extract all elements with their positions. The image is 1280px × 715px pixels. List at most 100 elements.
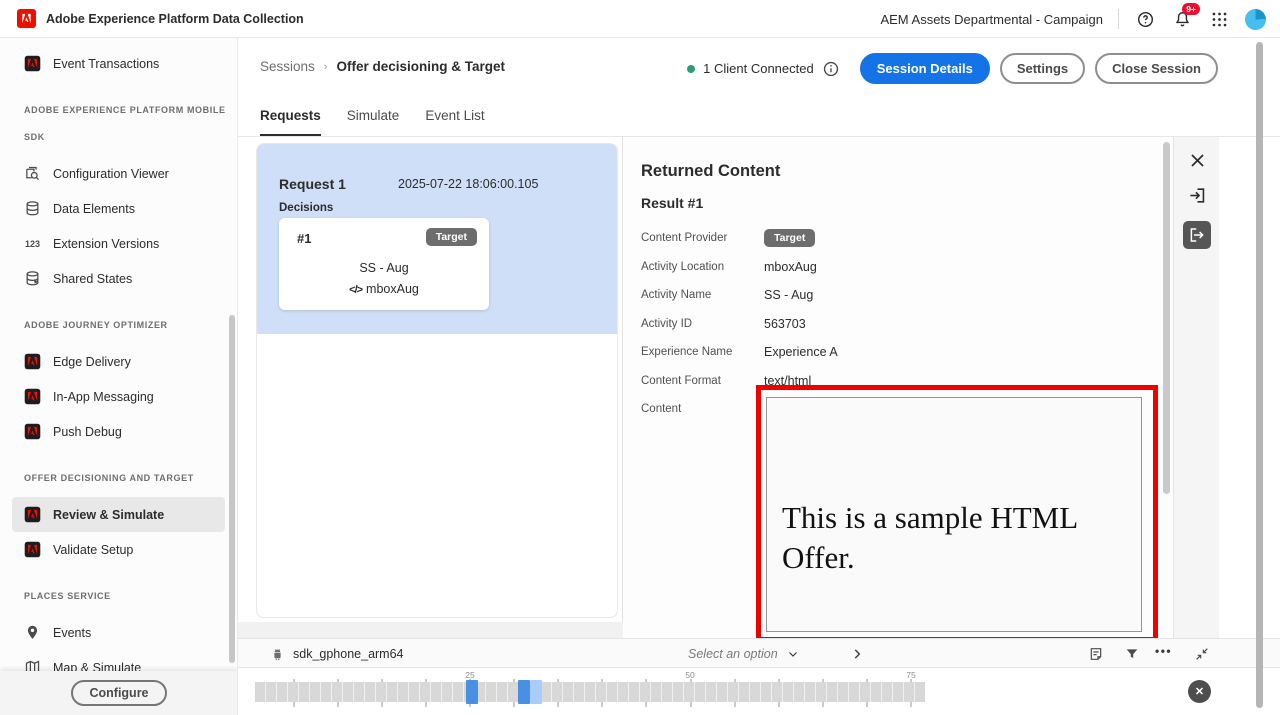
notifications-bell-icon[interactable]: 9+ (1171, 8, 1193, 30)
adobe-app-icon (24, 423, 41, 440)
timeline-event-marker[interactable] (518, 680, 530, 704)
sidebar-item-review-simulate[interactable]: Review & Simulate (12, 497, 225, 532)
breadcrumb-sessions[interactable]: Sessions (260, 59, 315, 74)
offer-text: This is a sample HTML Offer. (782, 498, 1132, 578)
sidebar-item-extension-versions[interactable]: 123Extension Versions (12, 226, 225, 261)
notes-icon[interactable] (1088, 646, 1105, 663)
provider-badge: Target (426, 228, 477, 246)
import-icon[interactable] (1187, 185, 1207, 205)
sidebar-item-events[interactable]: Events (12, 615, 225, 650)
field-value: Experience A (764, 345, 838, 359)
sidebar: Event Transactions ADOBE EXPERIENCE PLATF… (0, 38, 238, 715)
settings-button[interactable]: Settings (1000, 53, 1085, 84)
sidebar-section-header: ADOBE JOURNEY OPTIMIZER (0, 312, 237, 339)
sidebar-item-event-transactions[interactable]: Event Transactions (12, 46, 225, 81)
chevron-down-icon (787, 648, 799, 660)
sidebar-item-label: Event Transactions (53, 57, 159, 71)
sidebar-item-label: Push Debug (53, 425, 122, 439)
notification-count-badge: 9+ (1182, 3, 1200, 15)
sidebar-item-label: Configuration Viewer (53, 167, 169, 181)
map-pin-icon (24, 624, 41, 641)
field-row-activity-name: Activity NameSS - Aug (641, 281, 1173, 310)
help-icon[interactable] (1134, 8, 1156, 30)
tab-requests[interactable]: Requests (260, 108, 321, 136)
sidebar-scrollbar[interactable] (229, 315, 235, 663)
panel-scrollbar[interactable] (1163, 142, 1170, 494)
adobe-app-icon (24, 506, 41, 523)
dismiss-overlay-button[interactable]: ✕ (1188, 680, 1211, 703)
timeline-tick-label: 50 (685, 670, 694, 680)
android-device-icon (270, 647, 285, 662)
sidebar-item-configuration-viewer[interactable]: Configuration Viewer (12, 156, 225, 191)
request-title: Request 1 (279, 176, 346, 192)
connected-status-dot (687, 65, 695, 73)
sidebar-section-header: OFFER DECISIONING AND TARGET (0, 465, 237, 492)
tab-event-list[interactable]: Event List (425, 108, 484, 136)
side-icon-rail (1173, 137, 1219, 638)
more-options-icon[interactable]: ••• (1155, 644, 1181, 661)
close-session-button[interactable]: Close Session (1095, 53, 1218, 84)
app-window: Adobe Experience Platform Data Collectio… (0, 0, 1280, 715)
code-icon: </> (349, 284, 362, 296)
content-area: Request 1 2025-07-22 18:06:00.105 Decisi… (238, 137, 1280, 638)
sidebar-item-in-app-messaging[interactable]: In-App Messaging (12, 379, 225, 414)
filter-icon[interactable] (1124, 646, 1141, 663)
page-scrollbar[interactable] (1256, 42, 1263, 708)
session-details-button[interactable]: Session Details (860, 53, 990, 84)
timeline[interactable]: 25 50 75 (238, 668, 1280, 715)
sidebar-footer: Configure (0, 671, 238, 715)
field-row-activity-location: Activity LocationmboxAug (641, 253, 1173, 282)
export-icon[interactable] (1183, 221, 1211, 249)
sidebar-item-label: Shared States (53, 272, 132, 286)
requests-panel: Request 1 2025-07-22 18:06:00.105 Decisi… (238, 137, 623, 638)
sidebar-item-push-debug[interactable]: Push Debug (12, 414, 225, 449)
decisions-label: Decisions (279, 202, 333, 214)
returned-content-title: Returned Content (641, 162, 1173, 181)
field-label: Content (641, 395, 764, 415)
timeline-bar[interactable] (255, 682, 925, 702)
sidebar-item-label: Edge Delivery (53, 355, 131, 369)
sidebar-item-label: Extension Versions (53, 237, 159, 251)
main-area: Sessions › Offer decisioning & Target 1 … (238, 38, 1280, 715)
close-panel-icon[interactable] (1187, 150, 1207, 170)
app-title: Adobe Experience Platform Data Collectio… (46, 12, 304, 26)
timeline-tick-label: 25 (465, 670, 474, 680)
sidebar-item-label: Validate Setup (53, 543, 133, 557)
request-item[interactable]: Request 1 2025-07-22 18:06:00.105 Decisi… (257, 144, 617, 334)
breadcrumb-separator: › (324, 61, 328, 73)
adobe-app-icon (24, 541, 41, 558)
user-avatar[interactable] (1245, 9, 1266, 30)
app-switcher-grid-icon[interactable] (1208, 8, 1230, 30)
sidebar-section-header: ADOBE EXPERIENCE PLATFORM MOBILESDK (0, 97, 237, 151)
option-dropdown[interactable]: Select an option (688, 639, 799, 669)
timeline-event-marker[interactable] (466, 680, 478, 704)
page-header: Sessions › Offer decisioning & Target 1 … (238, 38, 1280, 96)
field-row-experience-name: Experience NameExperience A (641, 338, 1173, 367)
breadcrumb: Sessions › Offer decisioning & Target (260, 59, 505, 74)
tab-simulate[interactable]: Simulate (347, 108, 400, 136)
content-preview-highlight[interactable]: This is a sample HTML Offer. (756, 385, 1158, 638)
field-label: Experience Name (641, 346, 764, 358)
page-title: Offer decisioning & Target (336, 59, 505, 74)
device-info: sdk_gphone_arm64 (270, 639, 404, 669)
info-icon[interactable] (822, 60, 840, 78)
sidebar-item-shared-states[interactable]: Shared States (12, 261, 225, 296)
timeline-tick-label: 75 (906, 670, 915, 680)
field-row-content: Content This is a sample HTML Offer. (641, 395, 1173, 638)
decision-card[interactable]: #1 Target SS - Aug </>mboxAug (279, 218, 489, 310)
horizontal-scrollbar-track[interactable] (238, 622, 623, 638)
request-list: Request 1 2025-07-22 18:06:00.105 Decisi… (256, 143, 618, 618)
sidebar-item-label: Review & Simulate (53, 508, 164, 522)
sidebar-item-label: Events (53, 626, 91, 640)
chevron-right-icon[interactable] (850, 647, 864, 661)
org-selector[interactable]: AEM Assets Departmental - Campaign (880, 12, 1103, 27)
collapse-icon[interactable] (1194, 646, 1211, 663)
sidebar-item-edge-delivery[interactable]: Edge Delivery (12, 344, 225, 379)
field-label: Content Provider (641, 232, 764, 244)
dropdown-placeholder: Select an option (688, 647, 778, 661)
configure-button[interactable]: Configure (71, 680, 166, 706)
sidebar-item-data-elements[interactable]: Data Elements (12, 191, 225, 226)
timeline-event-marker[interactable] (530, 680, 542, 704)
field-label: Activity ID (641, 318, 764, 330)
sidebar-item-validate-setup[interactable]: Validate Setup (12, 532, 225, 567)
